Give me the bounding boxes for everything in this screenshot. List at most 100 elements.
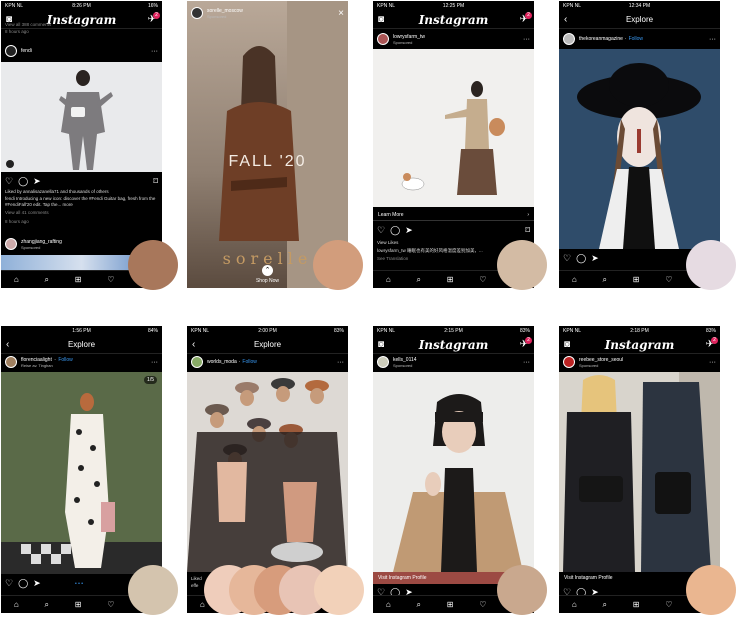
search-icon[interactable]: ⌕ [416, 275, 420, 285]
notification-badge: 2 [153, 12, 160, 19]
add-post-icon[interactable]: ⊞ [75, 600, 82, 609]
learn-more-bar[interactable]: Learn More › [373, 209, 534, 221]
activity-heart-icon[interactable]: ♡ [107, 275, 114, 284]
activity-heart-icon[interactable]: ♡ [479, 600, 486, 609]
sponsored-label: Sponsored [393, 39, 413, 45]
more-options-button[interactable]: ··· [523, 359, 530, 366]
share-icon[interactable]: ➤ [405, 225, 413, 236]
more-options-button[interactable]: ··· [151, 48, 158, 55]
post-photo[interactable] [559, 372, 720, 572]
post-username[interactable]: florenciaalight [21, 357, 52, 363]
like-heart-icon[interactable]: ♡ [5, 176, 13, 187]
comment-icon[interactable]: ◯ [18, 176, 28, 187]
view-comments-link[interactable]: View all 41 comments [5, 210, 158, 216]
share-icon[interactable]: ➤ [33, 176, 41, 187]
activity-heart-icon[interactable]: ♡ [107, 600, 114, 609]
post-photo[interactable] [1, 62, 162, 172]
like-heart-icon[interactable]: ♡ [377, 225, 385, 236]
save-bookmark-icon[interactable]: ⌑ [153, 176, 158, 187]
sponsored-label: Sponsored [393, 362, 413, 368]
search-icon[interactable]: ⌕ [602, 275, 606, 285]
post-username[interactable]: reebee_store_seoul [579, 357, 623, 363]
more-options-button[interactable]: ··· [151, 359, 158, 366]
add-post-icon[interactable]: ⊞ [633, 600, 640, 609]
visit-profile-label[interactable]: Visit Instagram Profile [378, 575, 427, 581]
avatar[interactable] [377, 356, 389, 368]
follow-button[interactable]: Follow [242, 359, 256, 365]
close-icon[interactable]: × [338, 8, 344, 19]
explore-header: ‹ Explore [559, 11, 720, 29]
comment-icon[interactable]: ◯ [576, 253, 586, 264]
avatar[interactable] [563, 33, 575, 45]
post-username[interactable]: worlds_moda [207, 359, 237, 365]
activity-heart-icon[interactable]: ♡ [665, 600, 672, 609]
home-icon[interactable]: ⌂ [386, 600, 391, 609]
avatar[interactable] [377, 33, 389, 45]
post-username[interactable]: fendi [21, 48, 32, 54]
post-photo[interactable] [559, 49, 720, 249]
instagram-logo: Instagram [418, 337, 489, 352]
next-post-username[interactable]: zhangjiang_rafting [21, 239, 62, 245]
status-bar: KPN NL 8:26 PM 16% [1, 1, 162, 11]
like-heart-icon[interactable]: ♡ [5, 578, 13, 589]
avatar[interactable] [5, 356, 17, 368]
learn-more-label[interactable]: Learn More [378, 212, 404, 218]
back-arrow-icon[interactable]: ‹ [192, 339, 195, 350]
add-post-icon[interactable]: ⊞ [447, 275, 454, 284]
camera-icon[interactable]: ◙ [564, 339, 570, 350]
post-username[interactable]: thekoreanmagazine [579, 36, 623, 42]
avatar[interactable] [5, 45, 17, 57]
likes-text[interactable]: Liked by annalisazanella71 and thousands… [5, 189, 158, 195]
home-icon[interactable]: ⌂ [386, 275, 391, 284]
search-icon[interactable]: ⌕ [416, 600, 420, 610]
home-icon[interactable]: ⌂ [200, 600, 205, 609]
camera-icon[interactable]: ◙ [378, 14, 384, 25]
tagged-user-icon[interactable] [6, 160, 14, 168]
avatar[interactable] [5, 238, 17, 250]
comment-icon[interactable]: ◯ [390, 225, 400, 236]
shop-now-icon[interactable]: ⌃ [262, 265, 273, 276]
visit-profile-label[interactable]: Visit Instagram Profile [564, 575, 613, 581]
post-username[interactable]: lowrysfarm_tw [393, 34, 425, 40]
home-icon[interactable]: ⌂ [14, 600, 19, 609]
add-post-icon[interactable]: ⊞ [633, 275, 640, 284]
post-photo[interactable] [373, 49, 534, 207]
previous-comments-link[interactable]: View all 388 comments [5, 22, 158, 28]
post-username[interactable]: kells_0114 [393, 357, 417, 363]
avatar[interactable] [191, 7, 203, 19]
avatar[interactable] [563, 356, 575, 368]
more-options-button[interactable]: ··· [709, 36, 716, 43]
camera-icon[interactable]: ◙ [378, 339, 384, 350]
activity-heart-icon[interactable]: ♡ [665, 275, 672, 284]
follow-button[interactable]: Follow [629, 36, 643, 42]
back-arrow-icon[interactable]: ‹ [564, 14, 567, 25]
location-label[interactable]: Reise av. Tinghan [21, 363, 73, 368]
more-options-button[interactable]: ··· [337, 359, 344, 366]
home-icon[interactable]: ⌂ [572, 600, 577, 609]
more-options-button[interactable]: ··· [709, 359, 716, 366]
model-figure [393, 394, 523, 572]
add-post-icon[interactable]: ⊞ [447, 600, 454, 609]
add-post-icon[interactable]: ⊞ [75, 275, 82, 284]
search-icon[interactable]: ⌕ [602, 600, 606, 610]
save-bookmark-icon[interactable]: ⌑ [525, 225, 530, 236]
home-icon[interactable]: ⌂ [572, 275, 577, 284]
share-icon[interactable]: ➤ [591, 253, 599, 264]
story-username[interactable]: sorelle_moscow [207, 8, 243, 14]
follow-button[interactable]: Follow [58, 357, 72, 363]
model-figure [577, 63, 701, 249]
comment-icon[interactable]: ◯ [18, 578, 28, 589]
share-icon[interactable]: ➤ [33, 578, 41, 589]
avatar[interactable] [191, 356, 203, 368]
activity-heart-icon[interactable]: ♡ [479, 275, 486, 284]
post-photo[interactable] [373, 372, 534, 572]
sponsored-label: Sponsored [579, 362, 599, 368]
like-heart-icon[interactable]: ♡ [563, 253, 571, 264]
post-photo[interactable]: 1/5 [1, 372, 162, 574]
back-arrow-icon[interactable]: ‹ [6, 339, 9, 350]
home-icon[interactable]: ⌂ [14, 275, 19, 284]
search-icon[interactable]: ⌕ [44, 600, 48, 610]
more-options-button[interactable]: ··· [523, 36, 530, 43]
post-photo[interactable] [187, 372, 348, 572]
search-icon[interactable]: ⌕ [44, 275, 48, 285]
